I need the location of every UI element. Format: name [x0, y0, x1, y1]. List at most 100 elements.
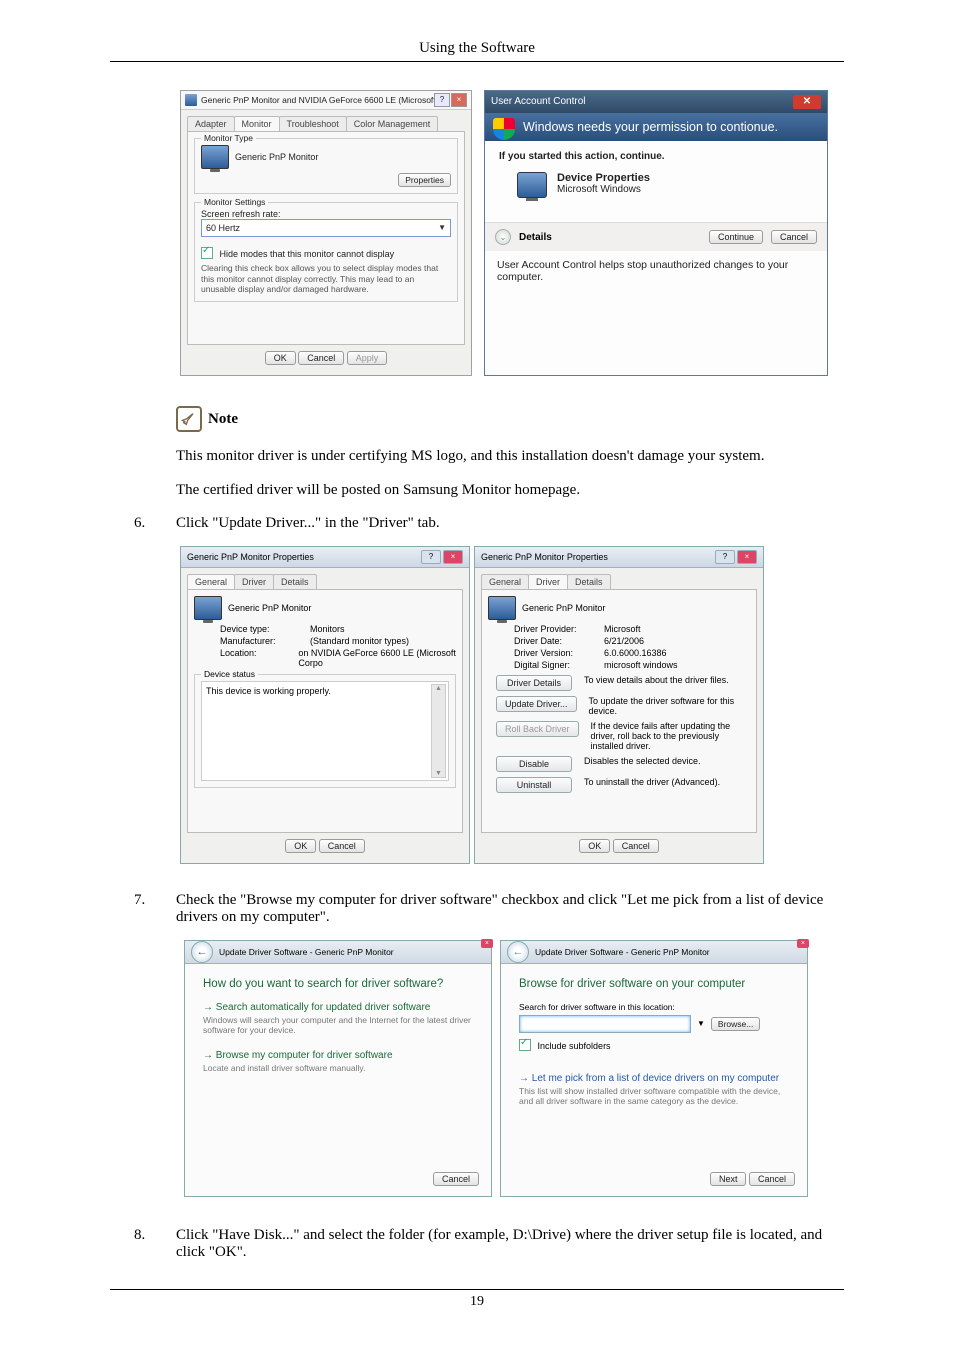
- group-monitor-type: Monitor Type: [201, 133, 256, 143]
- cancel-button[interactable]: Cancel: [613, 839, 659, 853]
- monitor-icon: [201, 145, 229, 169]
- refresh-rate-select[interactable]: 60 Hertz ▼: [201, 219, 451, 237]
- window-icon: [185, 94, 197, 106]
- wizard-heading: How do you want to search for driver sof…: [203, 978, 473, 990]
- tab-general[interactable]: General: [481, 574, 529, 589]
- header-divider: [110, 61, 844, 62]
- close-button[interactable]: ×: [451, 93, 467, 107]
- version-label: Driver Version:: [514, 648, 594, 658]
- ok-button[interactable]: OK: [579, 839, 610, 853]
- uac-titlebar: User Account Control ✕: [485, 91, 827, 113]
- disable-button[interactable]: Disable: [496, 756, 572, 772]
- cancel-button[interactable]: Cancel: [771, 230, 817, 244]
- cancel-button[interactable]: Cancel: [433, 1172, 479, 1186]
- shield-icon: [493, 118, 515, 140]
- window-title: Generic PnP Monitor Properties: [187, 552, 314, 562]
- provider-label: Driver Provider:: [514, 624, 594, 634]
- device-status-label: Device status: [201, 669, 258, 679]
- cancel-button[interactable]: Cancel: [319, 839, 365, 853]
- uninstall-desc: To uninstall the driver (Advanced).: [584, 777, 742, 787]
- hide-modes-checkbox[interactable]: [201, 247, 213, 259]
- tab-adapter[interactable]: Adapter: [187, 116, 235, 131]
- option-search-auto[interactable]: → Search automatically for updated drive…: [203, 1002, 473, 1036]
- uac-footnote: User Account Control helps stop unauthor…: [485, 251, 827, 291]
- tab-details[interactable]: Details: [567, 574, 611, 589]
- hide-modes-desc: Clearing this check box allows you to se…: [201, 263, 451, 295]
- tab-general[interactable]: General: [187, 574, 235, 589]
- wizard-breadcrumb: Update Driver Software - Generic PnP Mon…: [535, 947, 710, 957]
- option-let-me-pick-sub: This list will show installed driver sof…: [519, 1086, 789, 1107]
- manufacturer-value: (Standard monitor types): [310, 636, 409, 646]
- tab-driver[interactable]: Driver: [528, 574, 568, 589]
- wizard-heading: Browse for driver software on your compu…: [519, 978, 789, 990]
- refresh-rate-label: Screen refresh rate:: [201, 209, 451, 219]
- tab-details[interactable]: Details: [273, 574, 317, 589]
- update-driver-button[interactable]: Update Driver...: [496, 696, 577, 712]
- props-general-dialog: Generic PnP Monitor Properties ?× Genera…: [180, 546, 470, 864]
- refresh-rate-value: 60 Hertz: [206, 220, 240, 236]
- step-number: 8.: [134, 1227, 176, 1261]
- location-label: Location:: [220, 648, 288, 668]
- devtype-value: Monitors: [310, 624, 345, 634]
- option-browse-sub: Locate and install driver software manua…: [203, 1063, 473, 1074]
- properties-button[interactable]: Properties: [398, 173, 451, 187]
- cancel-button[interactable]: Cancel: [298, 351, 344, 365]
- option-browse[interactable]: → Browse my computer for driver software…: [203, 1050, 473, 1074]
- page-header: Using the Software: [110, 40, 844, 57]
- cancel-button[interactable]: Cancel: [749, 1172, 795, 1186]
- location-value: on NVIDIA GeForce 6600 LE (Microsoft Cor…: [298, 648, 456, 668]
- page-number: 19: [110, 1294, 844, 1310]
- close-button[interactable]: ×: [481, 939, 493, 948]
- monitor-name: Generic PnP Monitor: [522, 603, 605, 613]
- include-subfolders-checkbox[interactable]: [519, 1039, 531, 1051]
- apply-button[interactable]: Apply: [347, 351, 388, 365]
- close-button[interactable]: ×: [737, 550, 757, 564]
- scrollbar[interactable]: ▲▼: [431, 684, 446, 778]
- tab-colormgmt[interactable]: Color Management: [346, 116, 439, 131]
- option-search-auto-sub: Windows will search your computer and th…: [203, 1015, 473, 1036]
- next-button[interactable]: Next: [710, 1172, 747, 1186]
- provider-value: Microsoft: [604, 624, 641, 634]
- close-button[interactable]: ×: [797, 939, 809, 948]
- uac-banner: Windows needs your permission to contion…: [485, 113, 827, 141]
- chevron-down-icon: ▼: [438, 220, 446, 236]
- device-publisher: Microsoft Windows: [557, 184, 650, 195]
- browse-button[interactable]: Browse...: [711, 1017, 760, 1031]
- driver-details-desc: To view details about the driver files.: [584, 675, 742, 685]
- monitor-icon: [488, 596, 516, 620]
- group-monitor-settings: Monitor Settings: [201, 197, 268, 207]
- back-button[interactable]: ←: [191, 941, 213, 963]
- device-icon: [517, 172, 547, 198]
- ok-button[interactable]: OK: [265, 351, 296, 365]
- driver-details-button[interactable]: Driver Details: [496, 675, 572, 691]
- update-driver-wizard-search: ← Update Driver Software - Generic PnP M…: [184, 940, 492, 1197]
- monitor-name: Generic PnP Monitor: [235, 152, 318, 162]
- note-label: Note: [208, 411, 238, 428]
- date-value: 6/21/2006: [604, 636, 644, 646]
- help-button[interactable]: ?: [421, 550, 441, 564]
- device-status-value: This device is working properly.: [206, 686, 331, 696]
- continue-button[interactable]: Continue: [709, 230, 763, 244]
- disable-desc: Disables the selected device.: [584, 756, 742, 766]
- rollback-driver-button[interactable]: Roll Back Driver: [496, 721, 579, 737]
- back-button[interactable]: ←: [507, 941, 529, 963]
- uninstall-button[interactable]: Uninstall: [496, 777, 572, 793]
- step-number: 6.: [134, 515, 176, 532]
- option-let-me-pick[interactable]: → Let me pick from a list of device driv…: [519, 1073, 789, 1107]
- close-button[interactable]: ✕: [793, 95, 821, 109]
- details-toggle[interactable]: Details: [519, 232, 701, 243]
- location-input[interactable]: [519, 1015, 691, 1033]
- uac-headline: Windows needs your permission to contion…: [523, 120, 778, 134]
- tab-driver[interactable]: Driver: [234, 574, 274, 589]
- wizard-breadcrumb: Update Driver Software - Generic PnP Mon…: [219, 947, 394, 957]
- device-name: Device Properties: [557, 172, 650, 184]
- tab-troubleshoot[interactable]: Troubleshoot: [279, 116, 347, 131]
- help-button[interactable]: ?: [715, 550, 735, 564]
- window-title: Generic PnP Monitor and NVIDIA GeForce 6…: [201, 95, 434, 105]
- device-status-box: This device is working properly. ▲▼: [201, 681, 449, 781]
- ok-button[interactable]: OK: [285, 839, 316, 853]
- help-button[interactable]: ?: [434, 93, 450, 107]
- chevron-down-icon[interactable]: ⌄: [495, 229, 511, 245]
- close-button[interactable]: ×: [443, 550, 463, 564]
- tab-monitor[interactable]: Monitor: [234, 116, 280, 131]
